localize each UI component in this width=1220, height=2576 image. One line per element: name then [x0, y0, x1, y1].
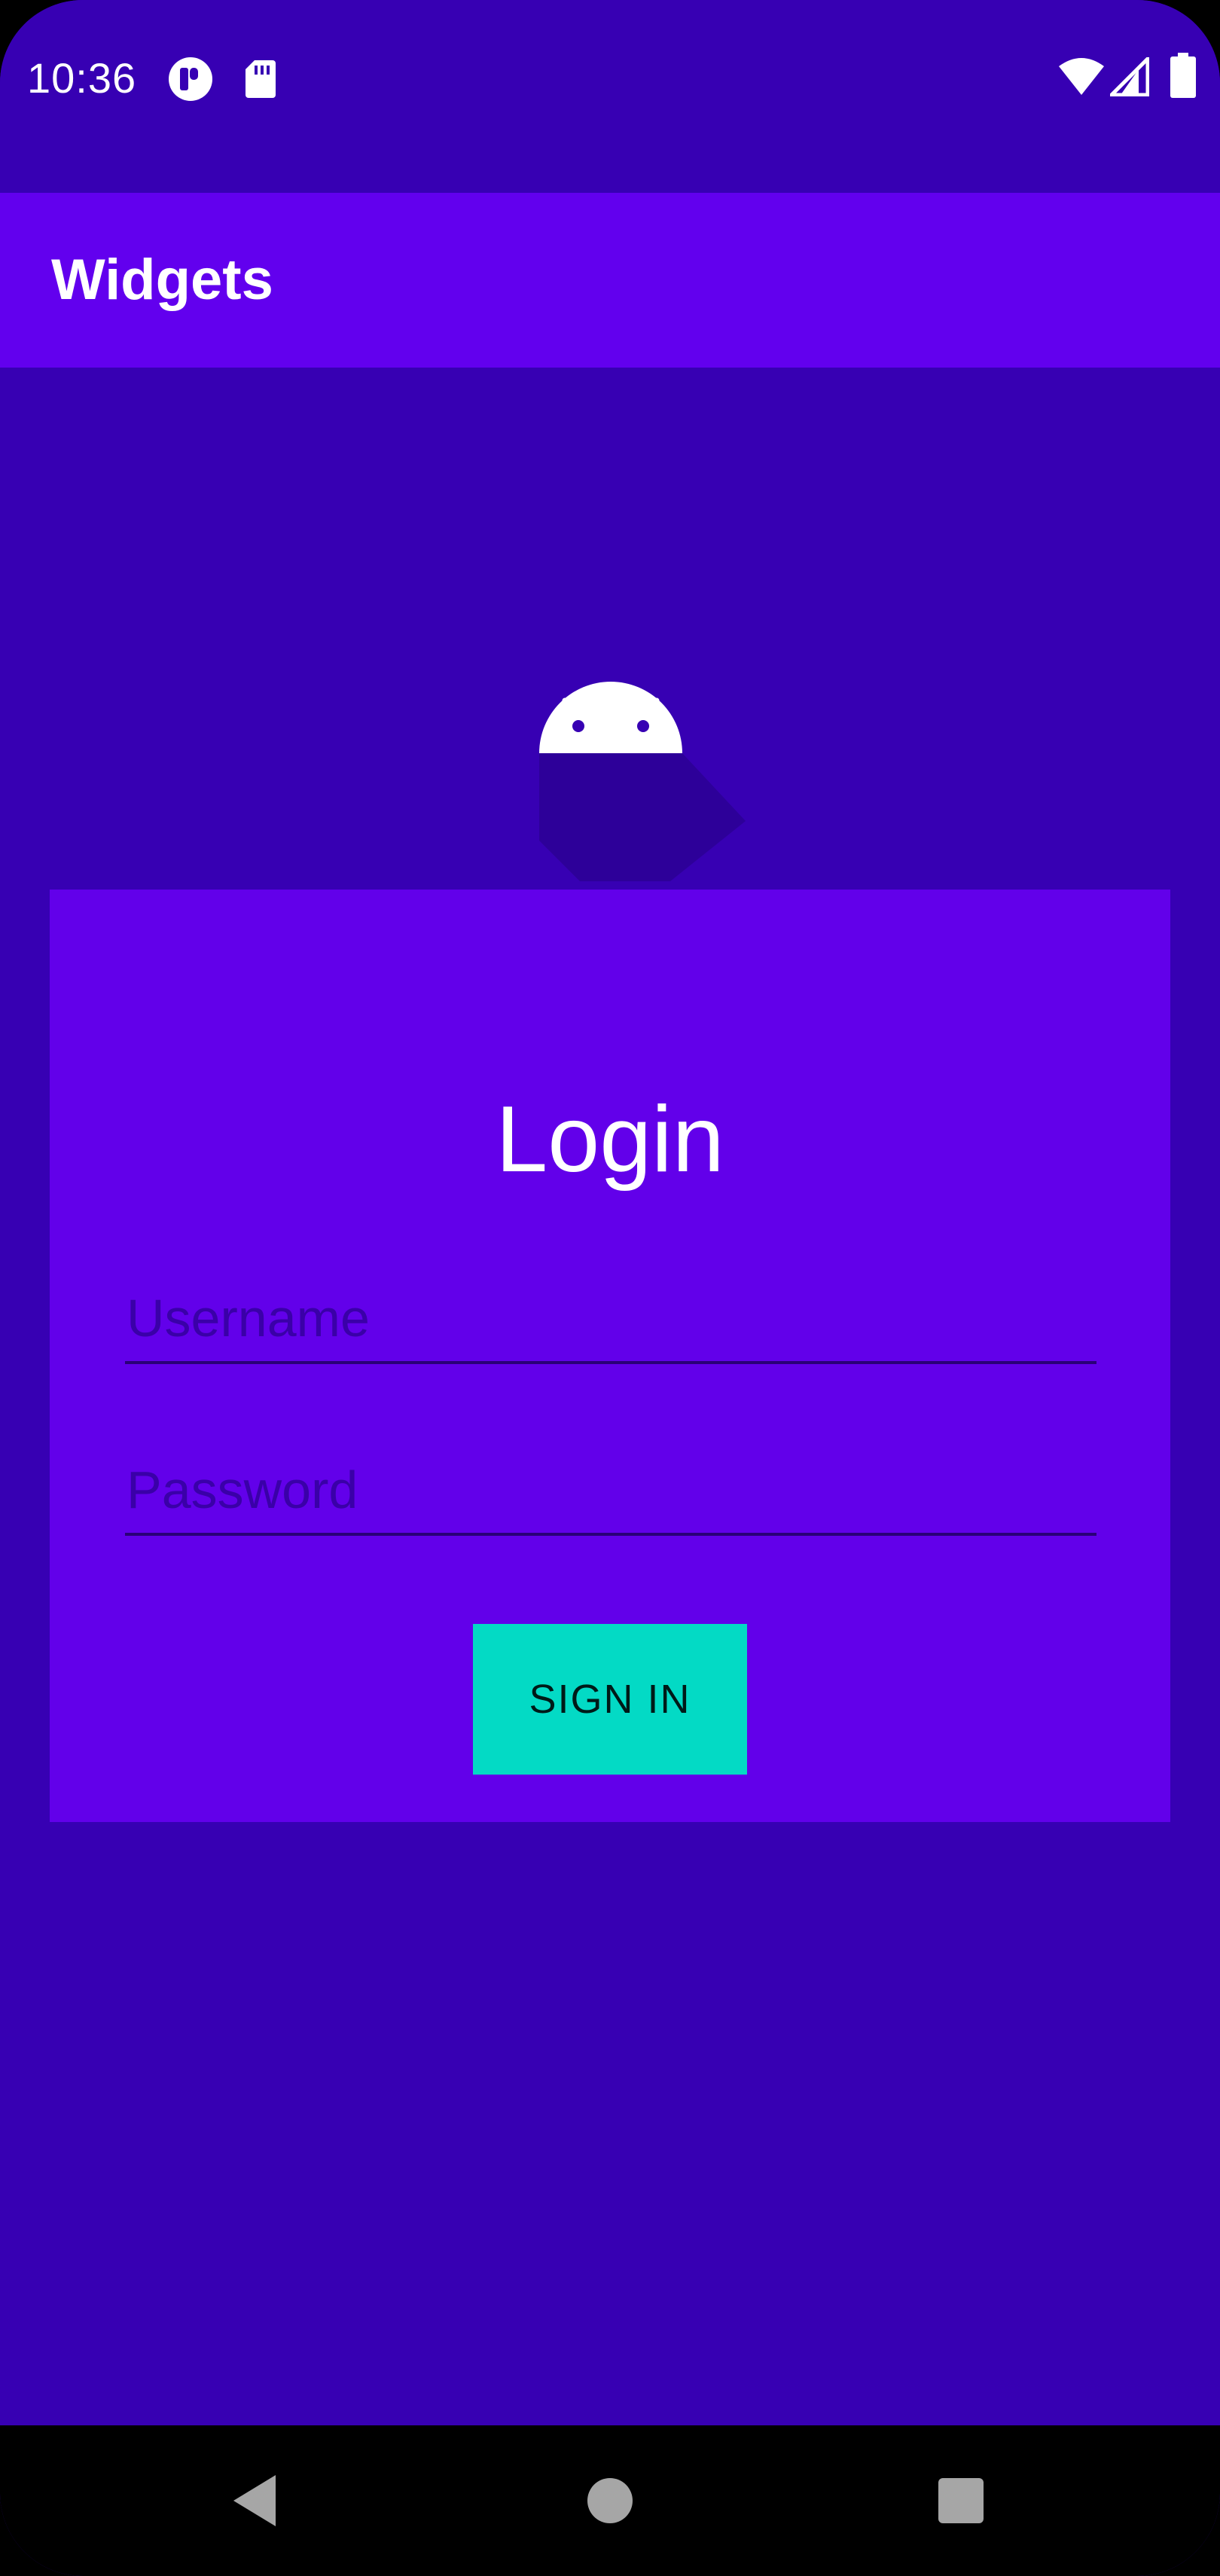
home-icon[interactable]: [520, 2425, 700, 2576]
android-logo-icon: [539, 682, 746, 881]
login-card: Login SIGN IN: [50, 890, 1170, 1822]
sd-card-icon: [246, 60, 276, 98]
phone-screen: 10:36 Widgets Login Username SIGN IN: [0, 0, 1220, 2576]
navigation-bar: [0, 2425, 1220, 2576]
recents-icon[interactable]: [871, 2425, 1051, 2576]
back-icon[interactable]: [164, 2425, 345, 2576]
cell-signal-icon: [1110, 57, 1149, 96]
app-bar: Widgets: [0, 193, 1220, 368]
wifi-icon: [1059, 58, 1104, 95]
status-time: 10:36: [27, 54, 137, 102]
password-field[interactable]: [125, 1453, 1096, 1536]
battery-icon: [1170, 53, 1196, 98]
app-notification-icon: [169, 57, 212, 101]
username-field[interactable]: [125, 1281, 1096, 1364]
app-title: Widgets: [51, 248, 273, 312]
login-title: Login: [496, 1088, 724, 1192]
sign-in-button[interactable]: SIGN IN: [473, 1624, 747, 1775]
status-bar: 10:36: [0, 0, 1220, 193]
